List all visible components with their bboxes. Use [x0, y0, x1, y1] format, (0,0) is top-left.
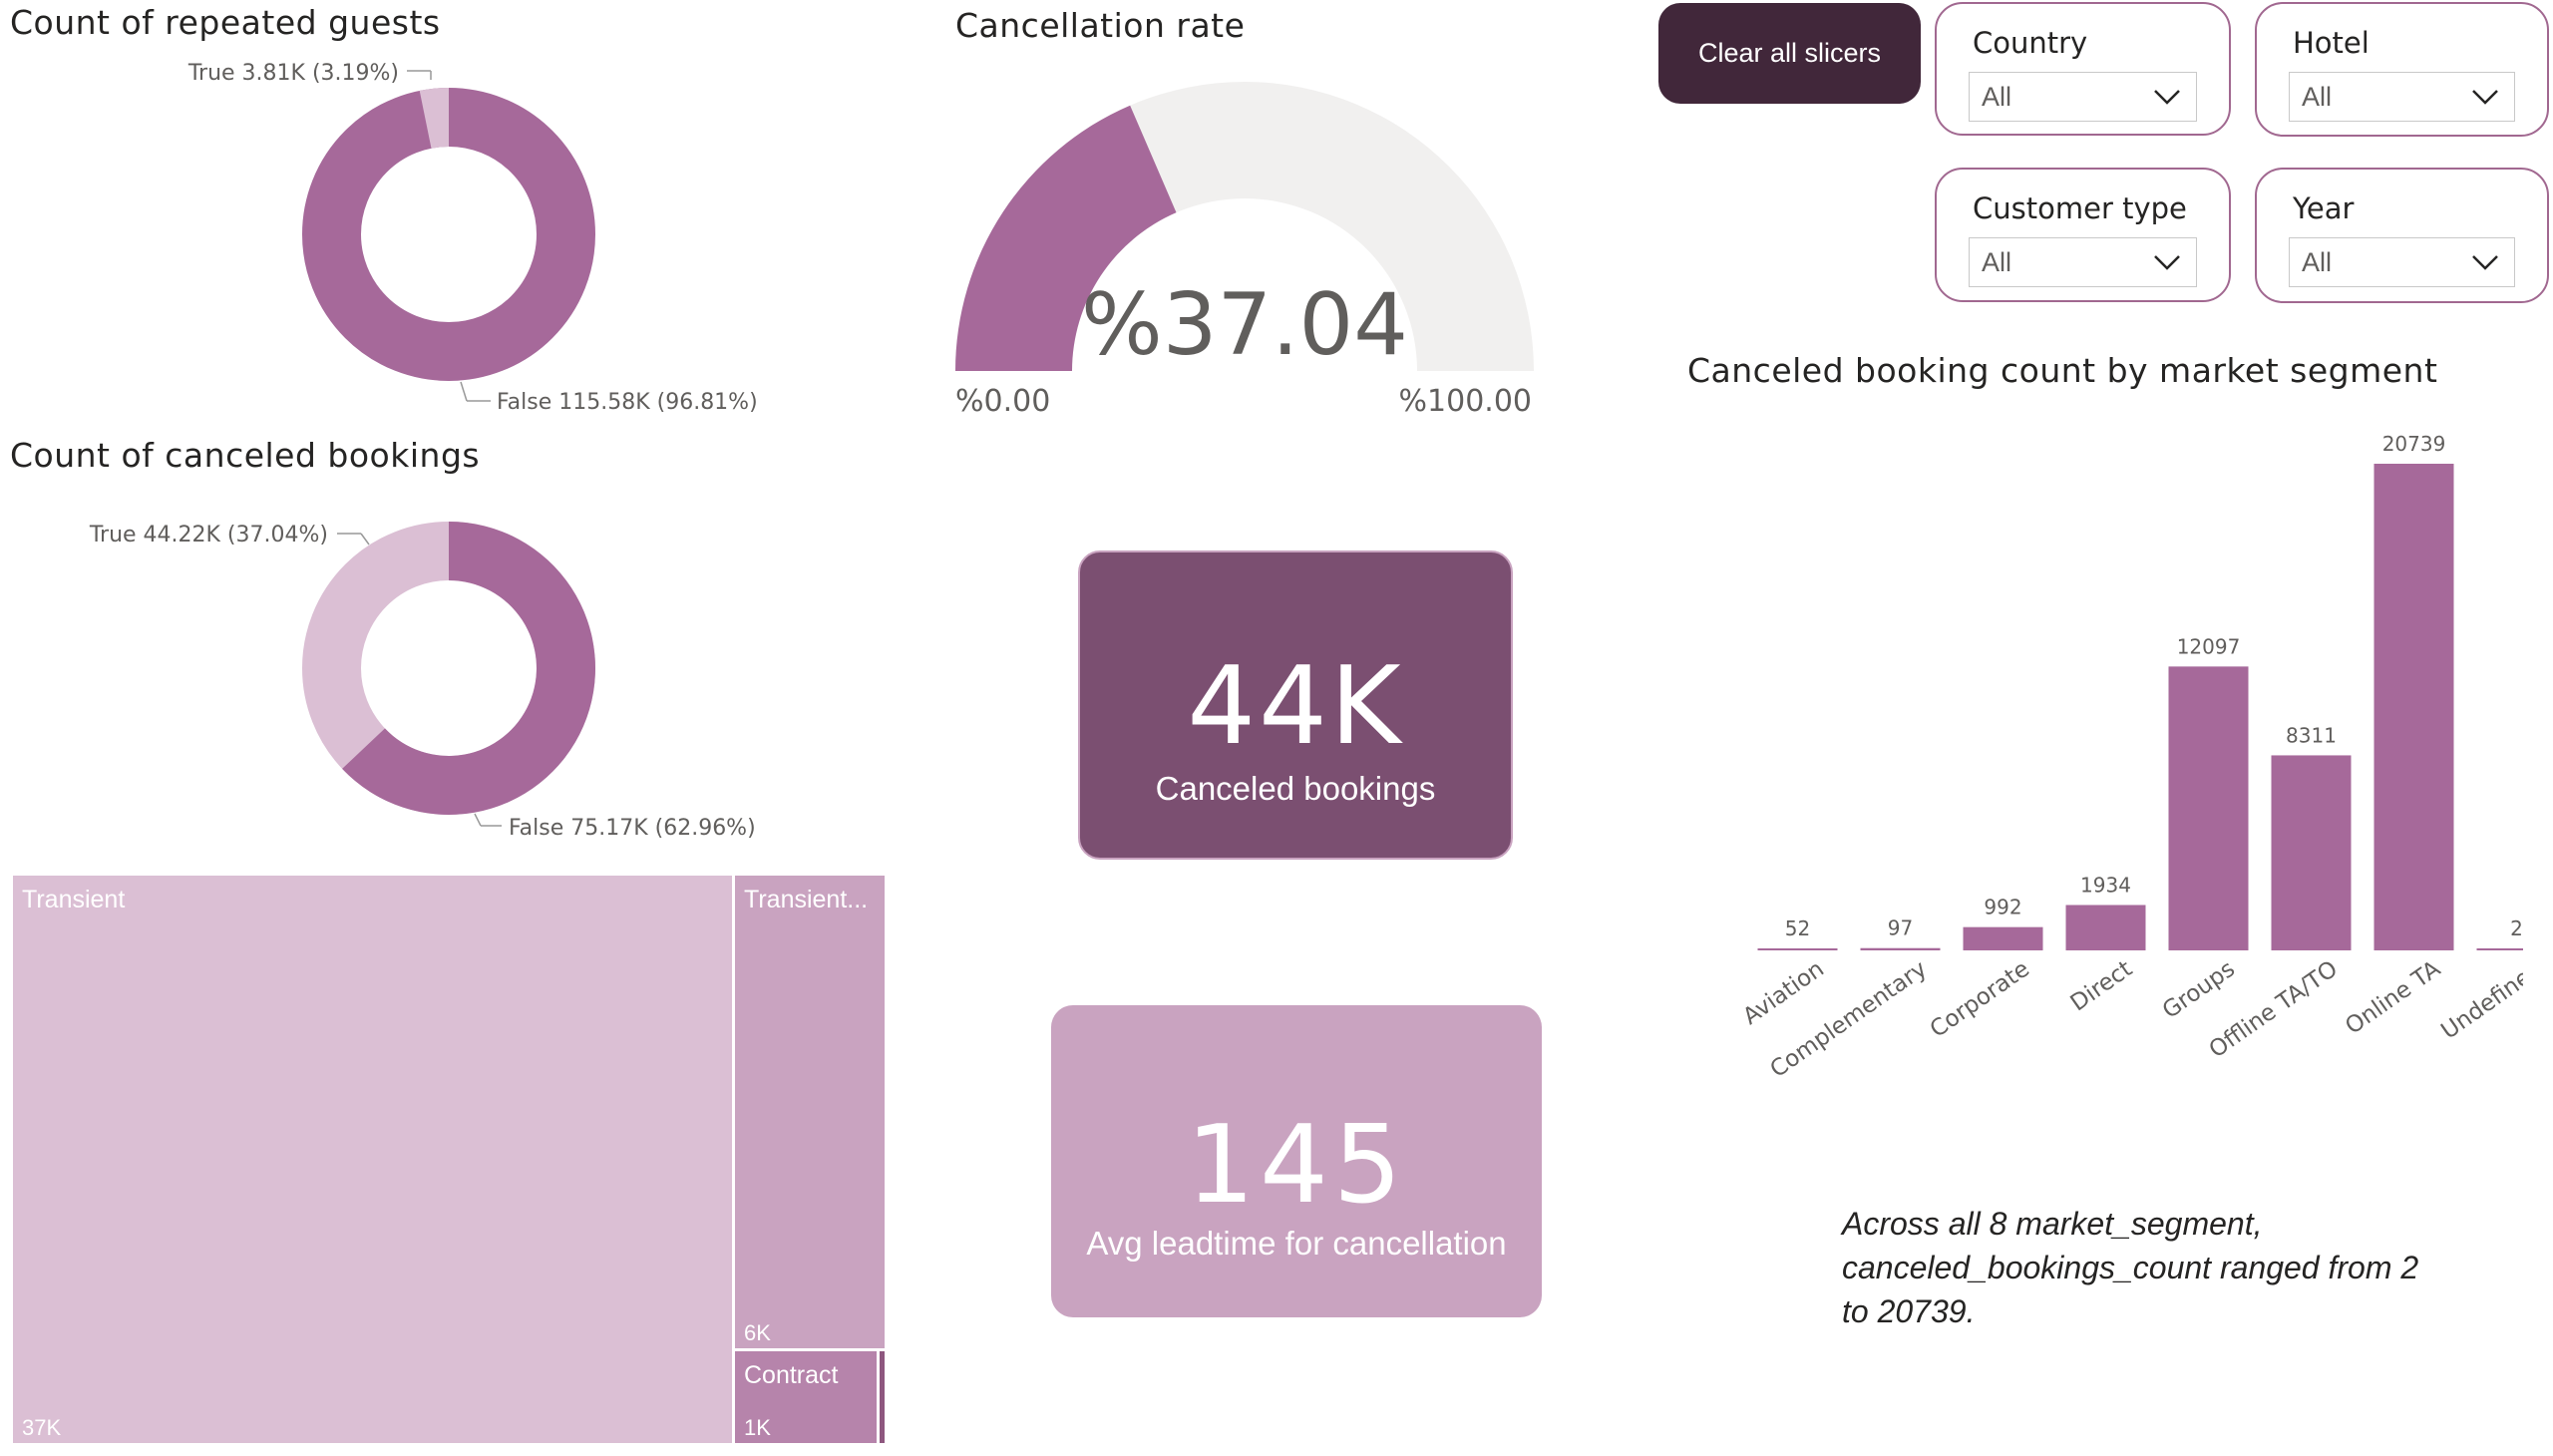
x-tick-label: Aviation [1738, 956, 1829, 1030]
dropdown-value: All [2302, 82, 2333, 112]
bar-data-label: 8311 [2286, 723, 2337, 747]
bar-data-label: 52 [1785, 916, 1810, 940]
cancellation-rate-gauge[interactable]: %37.04 %0.00 %100.00 [937, 60, 1556, 439]
bar-data-label: 1934 [2080, 873, 2131, 897]
clear-all-slicers-button[interactable]: Clear all slicers [1658, 3, 1921, 104]
x-tick-label: Corporate [1926, 956, 2034, 1043]
smart-narrative: Across all 8 market_segment, canceled_bo… [1842, 1206, 2419, 1329]
treemap-value: 6K [744, 1320, 771, 1345]
bar-corporate[interactable] [1963, 926, 2043, 950]
treemap-group[interactable] [877, 1348, 888, 1446]
chevron-down-icon [2154, 90, 2180, 105]
canceled-bookings-donut[interactable]: True 44.22K (37.04%) False 75.17K (62.96… [0, 479, 878, 858]
treemap-value: 1K [744, 1415, 771, 1440]
chevron-down-icon [2472, 255, 2498, 270]
bar-direct[interactable] [2065, 905, 2146, 950]
treemap-transient-party[interactable]: Transient... 6K [732, 873, 888, 1351]
x-tick-label: Direct [2066, 956, 2137, 1017]
slicer-label: Hotel [2293, 26, 2370, 60]
repeated-guests-title: Count of repeated guests [10, 3, 441, 42]
customer-type-treemap[interactable]: Transient 37K Transient... 6K Contract 1… [10, 873, 888, 1446]
avg-leadtime-card: 145 Avg leadtime for cancellation [1051, 1005, 1542, 1317]
repeated-guests-donut[interactable]: True 3.81K (3.19%) False 115.58K (96.81%… [0, 40, 878, 429]
chevron-down-icon [2154, 255, 2180, 270]
gauge-min-label: %0.00 [955, 384, 1050, 419]
customer-type-slicer[interactable]: Customer type All [1935, 168, 2231, 302]
cancellation-rate-title: Cancellation rate [955, 6, 1246, 45]
bar-online-ta[interactable] [2373, 464, 2454, 950]
chevron-down-icon [2472, 90, 2498, 105]
treemap-value: 37K [22, 1415, 62, 1440]
slicer-label: Customer type [1973, 191, 2187, 225]
repeated-true-label: True 3.81K (3.19%) [187, 61, 399, 86]
year-slicer[interactable]: Year All [2255, 168, 2549, 303]
market-segment-chart-title: Canceled booking count by market segment [1687, 351, 2438, 390]
x-tick-label: Groups [2158, 956, 2240, 1024]
treemap-transient[interactable]: Transient 37K [10, 873, 735, 1446]
dropdown-value: All [1982, 82, 2012, 112]
country-slicer[interactable]: Country All [1935, 2, 2231, 136]
x-tick-label: Undefined [2436, 956, 2523, 1045]
hotel-dropdown[interactable]: All [2289, 72, 2515, 122]
year-dropdown[interactable]: All [2289, 237, 2515, 287]
bar-aviation[interactable] [1757, 948, 1838, 950]
canceled-bookings-title: Count of canceled bookings [10, 436, 481, 475]
treemap-label: Transient... [744, 886, 869, 913]
treemap-contract[interactable]: Contract 1K [732, 1348, 880, 1446]
market-segment-bar-chart[interactable]: 52Aviation97Complementary992Corporate193… [1685, 399, 2523, 1117]
bar-data-label: 12097 [2177, 634, 2241, 658]
slicer-label: Country [1973, 26, 2088, 60]
x-tick-label: Online TA [2341, 955, 2445, 1039]
bar-complementary[interactable] [1860, 947, 1941, 950]
hotel-slicer[interactable]: Hotel All [2255, 2, 2549, 137]
treemap-label: Contract [744, 1361, 839, 1389]
dropdown-value: All [2302, 247, 2333, 277]
gauge-value: %37.04 [1081, 275, 1408, 375]
slicer-label: Year [2293, 191, 2355, 225]
customer-type-dropdown[interactable]: All [1969, 237, 2197, 287]
bar-groups[interactable] [2168, 666, 2249, 950]
bar-offline-ta-to[interactable] [2271, 755, 2352, 950]
card-value: 44K [1187, 644, 1404, 769]
bar-data-label: 20739 [2382, 432, 2446, 456]
canceled-true-label: True 44.22K (37.04%) [89, 523, 328, 547]
country-dropdown[interactable]: All [1969, 72, 2197, 122]
card-label: Canceled bookings [1155, 770, 1436, 807]
donut-false-slice[interactable] [302, 88, 595, 381]
card-value: 145 [1186, 1103, 1407, 1228]
treemap-label: Transient [22, 886, 126, 913]
card-label: Avg leadtime for cancellation [1086, 1225, 1507, 1262]
canceled-bookings-card: 44K Canceled bookings [1078, 550, 1513, 860]
bar-undefined[interactable] [2476, 948, 2524, 950]
bar-data-label: 992 [1984, 896, 2021, 919]
canceled-false-label: False 75.17K (62.96%) [509, 816, 756, 841]
gauge-max-label: %100.00 [1399, 384, 1532, 419]
dropdown-value: All [1982, 247, 2012, 277]
bar-data-label: 2 [2510, 916, 2523, 940]
bar-data-label: 97 [1888, 916, 1913, 940]
repeated-false-label: False 115.58K (96.81%) [497, 390, 758, 415]
